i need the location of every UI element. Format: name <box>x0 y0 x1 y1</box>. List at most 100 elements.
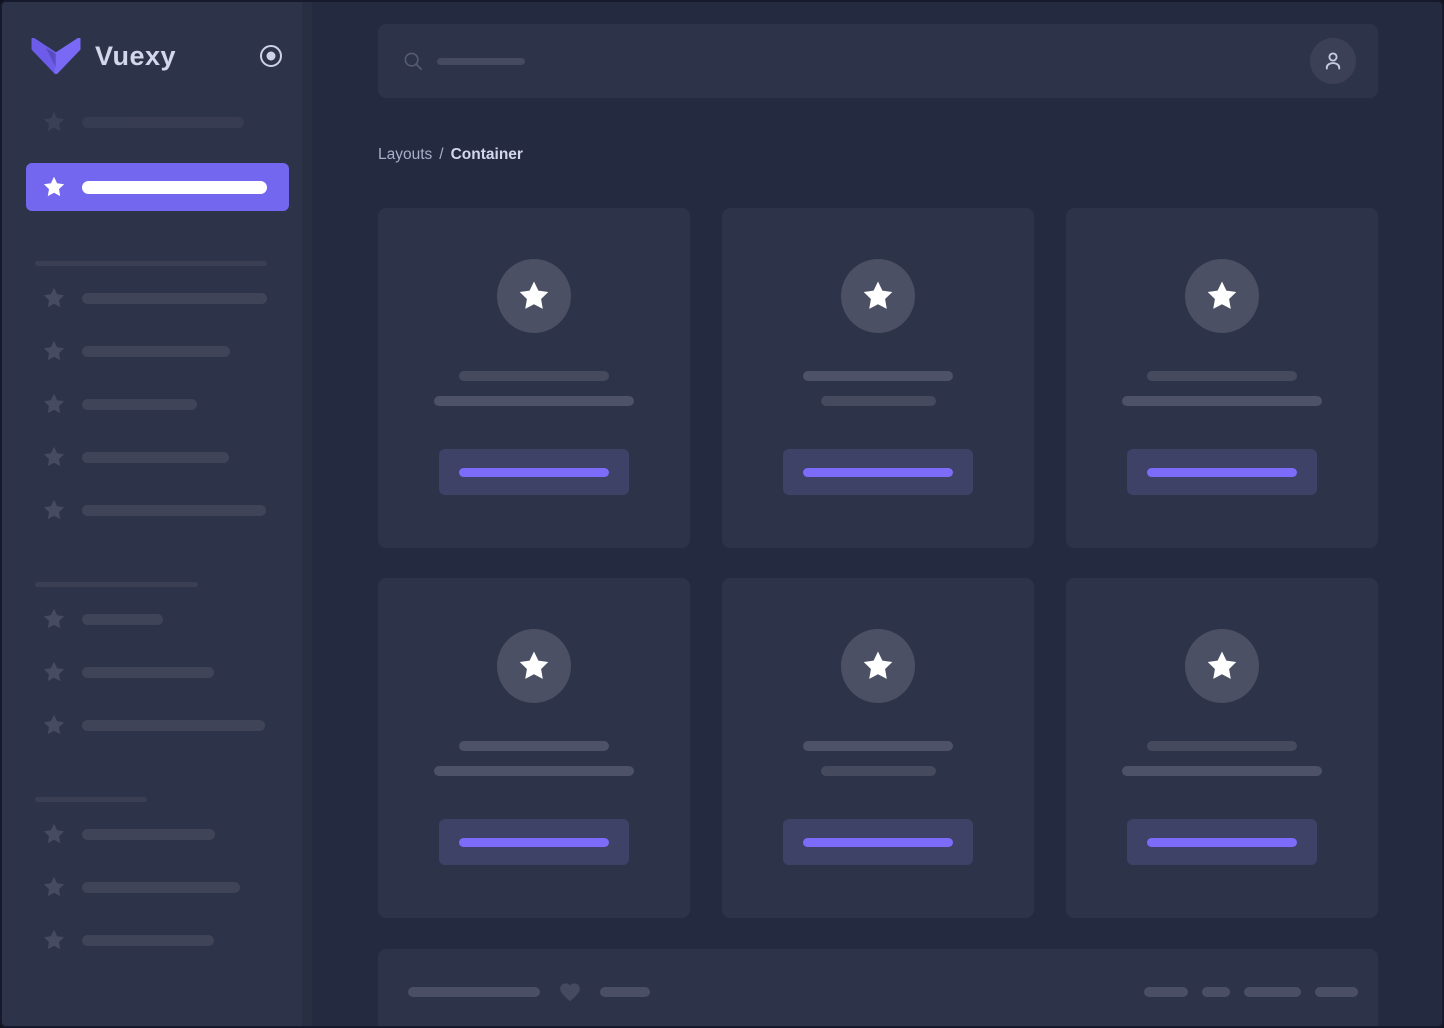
brand-header: Vuexy <box>2 2 312 74</box>
footer-links-group <box>1144 979 1358 1005</box>
menu-label-placeholder <box>82 881 240 893</box>
sidebar-item[interactable] <box>42 607 289 631</box>
sidebar-item[interactable] <box>42 660 289 684</box>
star-icon <box>861 279 895 313</box>
card-avatar <box>841 259 915 333</box>
breadcrumb-section[interactable]: Layouts <box>378 146 432 164</box>
footer-link-placeholder[interactable] <box>1244 987 1301 997</box>
card-title-placeholder <box>1147 741 1297 751</box>
sidebar-item[interactable] <box>42 713 289 737</box>
sidebar-item[interactable] <box>42 498 289 522</box>
card-subtitle-placeholder <box>1122 396 1322 406</box>
menu-label-placeholder <box>82 719 265 731</box>
vuexy-logo-icon <box>31 38 81 74</box>
star-icon <box>42 607 66 631</box>
footer-link-placeholder[interactable] <box>1144 987 1188 997</box>
search-placeholder-bar <box>437 57 525 65</box>
button-label-placeholder <box>803 467 953 477</box>
sidebar-item[interactable] <box>42 445 289 469</box>
sidebar-item[interactable] <box>42 928 289 952</box>
sidebar-scrollbar[interactable] <box>302 2 312 1026</box>
star-icon <box>42 286 66 310</box>
menu-pin-toggle-icon[interactable] <box>258 43 284 69</box>
card-title-placeholder <box>459 741 609 751</box>
menu-label-placeholder <box>82 116 244 128</box>
sidebar-item[interactable] <box>42 110 289 134</box>
menu-label-placeholder <box>82 666 214 678</box>
menu-label-placeholder <box>82 451 229 463</box>
card <box>378 578 690 918</box>
star-icon <box>42 445 66 469</box>
brand-name: Vuexy <box>95 40 177 71</box>
heart-icon <box>557 979 583 1005</box>
footer-link-placeholder[interactable] <box>1202 987 1230 997</box>
sidebar-section-header-placeholder <box>35 582 198 587</box>
star-icon <box>42 822 66 846</box>
star-icon <box>42 339 66 363</box>
user-avatar-button[interactable] <box>1310 38 1356 84</box>
card-title-placeholder <box>1147 371 1297 381</box>
star-icon <box>1205 279 1239 313</box>
sidebar-section-header-placeholder <box>35 261 267 266</box>
menu-label-placeholder <box>82 398 197 410</box>
card <box>378 208 690 548</box>
menu-label-placeholder <box>82 828 215 840</box>
button-label-placeholder <box>803 837 953 847</box>
card-action-button[interactable] <box>439 449 629 495</box>
star-icon <box>42 713 66 737</box>
menu-label-placeholder <box>82 292 267 304</box>
menu-label-placeholder <box>82 613 163 625</box>
card-grid <box>378 208 1378 918</box>
card-action-button[interactable] <box>783 819 973 865</box>
sidebar-item[interactable] <box>42 392 289 416</box>
search-icon <box>402 50 424 72</box>
card-action-button[interactable] <box>1127 449 1317 495</box>
card-avatar <box>497 629 571 703</box>
card <box>722 578 1034 918</box>
menu-label-placeholder <box>82 345 230 357</box>
star-icon <box>42 875 66 899</box>
card-title-placeholder <box>803 741 953 751</box>
button-label-placeholder <box>1147 467 1297 477</box>
card-avatar <box>497 259 571 333</box>
sidebar-item[interactable] <box>42 286 289 310</box>
card-subtitle-placeholder <box>434 766 634 776</box>
sidebar: Vuexy <box>2 2 312 1026</box>
star-icon <box>42 928 66 952</box>
star-icon <box>42 392 66 416</box>
menu-label-placeholder <box>82 934 214 946</box>
button-label-placeholder <box>459 467 609 477</box>
main-content: Layouts / Container <box>312 2 1442 1026</box>
card-avatar <box>841 629 915 703</box>
search-bar[interactable] <box>378 24 1378 98</box>
star-icon <box>517 279 551 313</box>
card-action-button[interactable] <box>783 449 973 495</box>
sidebar-item[interactable] <box>42 875 289 899</box>
card-title-placeholder <box>803 371 953 381</box>
breadcrumb-separator: / <box>439 146 444 163</box>
card-title-placeholder <box>459 371 609 381</box>
button-label-placeholder <box>459 837 609 847</box>
sidebar-item-active[interactable] <box>26 163 289 211</box>
sidebar-item[interactable] <box>42 822 289 846</box>
person-icon <box>1325 52 1341 70</box>
card <box>1066 578 1378 918</box>
card-avatar <box>1185 259 1259 333</box>
footer-link-placeholder[interactable] <box>1315 987 1358 997</box>
menu-label-placeholder <box>82 180 267 194</box>
star-icon <box>1205 649 1239 683</box>
star-icon <box>42 498 66 522</box>
card-subtitle-placeholder <box>1122 766 1322 776</box>
menu-label-placeholder <box>82 504 266 516</box>
footer-card <box>378 949 1378 1026</box>
card-action-button[interactable] <box>439 819 629 865</box>
card-subtitle-placeholder <box>820 766 936 776</box>
footer-text-placeholder <box>408 987 540 997</box>
sidebar-menu <box>2 110 312 952</box>
card-action-button[interactable] <box>1127 819 1317 865</box>
button-label-placeholder <box>1147 837 1297 847</box>
sidebar-item[interactable] <box>42 339 289 363</box>
app-window: Vuexy Layouts / Container <box>0 0 1444 1028</box>
card <box>722 208 1034 548</box>
star-icon <box>42 175 66 199</box>
